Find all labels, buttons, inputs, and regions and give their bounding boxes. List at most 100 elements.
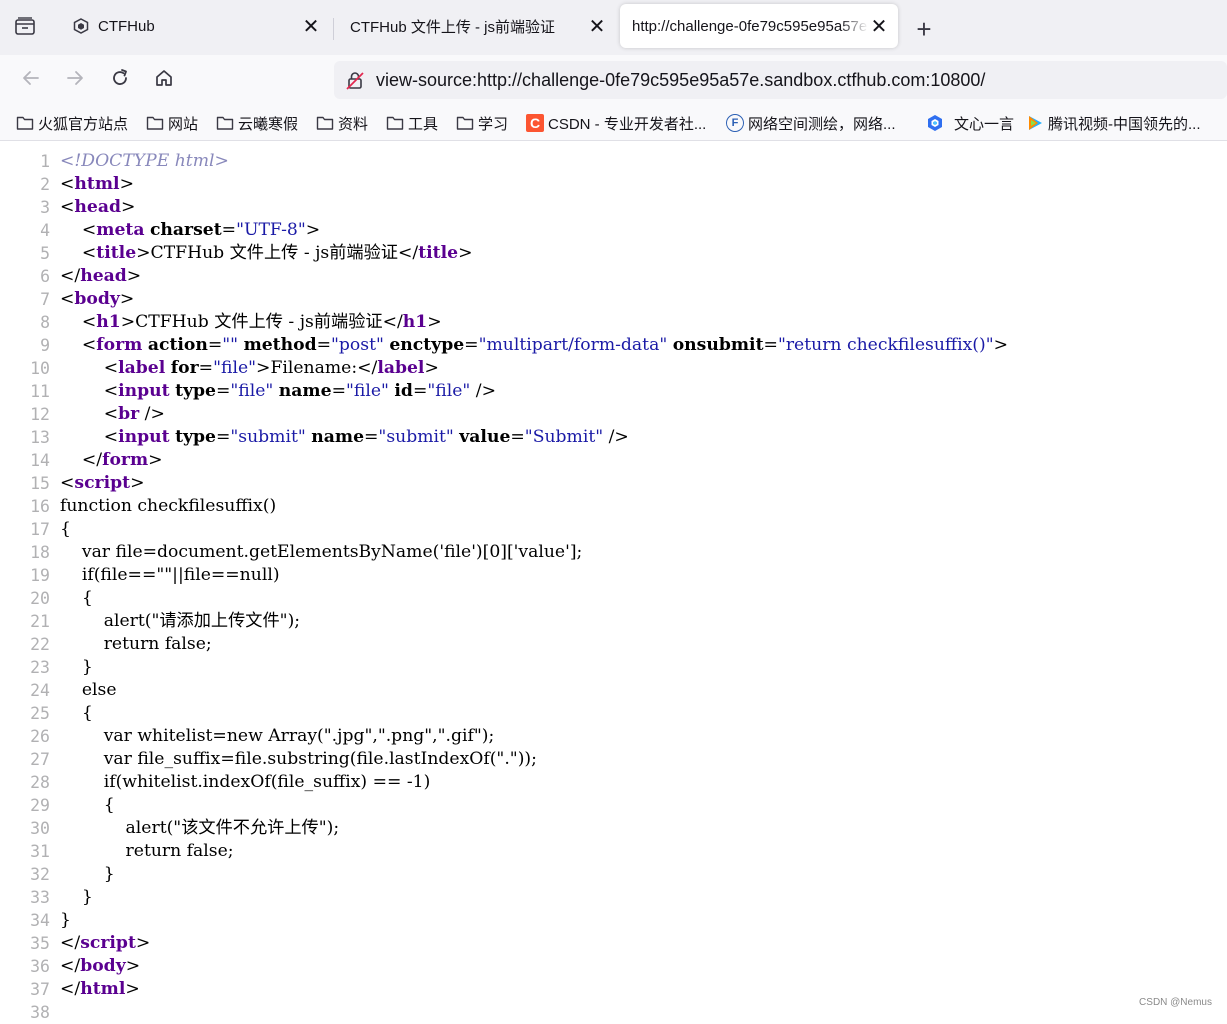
bookmark-wenxin[interactable]: 文心一言 bbox=[926, 112, 1014, 134]
source-token: </ bbox=[60, 956, 81, 976]
insecure-connection-icon[interactable] bbox=[344, 70, 366, 92]
source-token: name bbox=[278, 381, 332, 401]
source-token: "file" bbox=[230, 381, 274, 401]
back-button[interactable] bbox=[16, 65, 46, 95]
source-token bbox=[60, 220, 82, 240]
source-token: script bbox=[80, 933, 136, 953]
line-number: 15 bbox=[30, 474, 50, 493]
source-token: < bbox=[81, 220, 97, 240]
url-text[interactable]: view-source:http://challenge-0fe79c595e9… bbox=[376, 70, 985, 91]
source-token: "return checkfilesuffix()" bbox=[777, 335, 994, 355]
source-token: meta bbox=[96, 220, 145, 240]
line-number: 27 bbox=[30, 750, 50, 769]
source-token: > bbox=[135, 933, 151, 953]
source-token bbox=[60, 243, 82, 263]
bookmark-csdn[interactable]: C CSDN - 专业开发者社... bbox=[526, 112, 706, 134]
bookmark-tencent-video[interactable]: 腾讯视频-中国领先的... bbox=[1026, 112, 1201, 134]
source-code: var file_suffix=file.substring(file.last… bbox=[60, 748, 537, 771]
line-number: 6 bbox=[40, 267, 50, 286]
line-number: 21 bbox=[30, 612, 50, 631]
bookmark-tools[interactable]: 工具 bbox=[386, 112, 438, 134]
source-token: function checkfilesuffix() bbox=[60, 496, 277, 516]
line-number: 23 bbox=[30, 658, 50, 677]
source-token: var whitelist=new Array(".jpg",".png",".… bbox=[60, 726, 495, 746]
bookmark-label: 工具 bbox=[408, 115, 439, 133]
source-token: else bbox=[60, 680, 117, 700]
forward-button[interactable] bbox=[60, 65, 90, 95]
line-number: 5 bbox=[40, 244, 50, 263]
tab-ctfhub-upload[interactable]: CTFHub 文件上传 - js前端验证 ✕ bbox=[338, 4, 616, 48]
line-number: 29 bbox=[30, 796, 50, 815]
bookmark-label: 火狐官方站点 bbox=[38, 115, 129, 133]
source-token: alert("请添加上传文件"); bbox=[60, 611, 301, 631]
source-token: type bbox=[175, 427, 216, 447]
source-token: = bbox=[464, 335, 479, 355]
bookmark-websites[interactable]: 网站 bbox=[146, 112, 198, 134]
source-token: return false; bbox=[60, 841, 234, 861]
source-token: = bbox=[221, 220, 237, 240]
source-token: method bbox=[243, 335, 317, 355]
tab-view-source[interactable]: http://challenge-0fe79c595e95a57e.sandbo… bbox=[620, 4, 898, 48]
line-number: 25 bbox=[30, 704, 50, 723]
fofa-icon: F bbox=[726, 114, 744, 132]
bookmark-yunxi[interactable]: 云曦寒假 bbox=[216, 112, 298, 134]
source-token bbox=[60, 404, 104, 424]
source-code: <br /> bbox=[60, 403, 165, 426]
tencent-video-icon bbox=[1026, 114, 1044, 132]
ctfhub-favicon-icon bbox=[72, 17, 90, 35]
source-token: > bbox=[125, 979, 140, 999]
reload-button[interactable] bbox=[105, 65, 135, 95]
source-token: > bbox=[427, 312, 442, 332]
bookmark-fofa[interactable]: F 网络空间测绘，网络... bbox=[726, 112, 896, 134]
line-number: 28 bbox=[30, 773, 50, 792]
source-token: > bbox=[458, 243, 473, 263]
source-token: "" bbox=[222, 335, 239, 355]
line-number: 4 bbox=[40, 221, 50, 240]
home-button[interactable] bbox=[149, 65, 179, 95]
line-number: 26 bbox=[30, 727, 50, 746]
folder-icon bbox=[456, 114, 474, 132]
line-number: 37 bbox=[30, 980, 50, 999]
source-token: = bbox=[215, 381, 231, 401]
source-token: html bbox=[74, 174, 120, 194]
line-number: 38 bbox=[30, 1003, 50, 1022]
tab-ctfhub[interactable]: CTFHub ✕ bbox=[60, 4, 330, 48]
address-bar[interactable]: view-source:http://challenge-0fe79c595e9… bbox=[334, 61, 1227, 99]
source-token: </ bbox=[60, 266, 81, 286]
close-tab-icon[interactable]: ✕ bbox=[586, 15, 608, 38]
bookmark-resources[interactable]: 资料 bbox=[316, 112, 368, 134]
source-token: body bbox=[74, 289, 120, 309]
source-token: html bbox=[80, 979, 126, 999]
source-code: { bbox=[60, 518, 71, 541]
source-code: <title>CTFHub 文件上传 - js前端验证</title> bbox=[60, 242, 473, 265]
source-token: { bbox=[60, 795, 115, 815]
bookmark-study[interactable]: 学习 bbox=[456, 112, 508, 134]
close-tab-icon[interactable]: ✕ bbox=[300, 15, 322, 38]
source-token bbox=[60, 312, 82, 332]
list-all-tabs-button[interactable] bbox=[12, 16, 38, 40]
source-token: = bbox=[316, 335, 332, 355]
source-code: alert("请添加上传文件"); bbox=[60, 610, 300, 633]
source-token: < bbox=[60, 473, 75, 493]
source-token: /> bbox=[608, 427, 629, 447]
source-token: CTFHub 文件上传 - js前端验证 bbox=[135, 312, 383, 332]
source-token: < bbox=[103, 381, 119, 401]
source-code: alert("该文件不允许上传"); bbox=[60, 817, 340, 840]
source-token: > bbox=[136, 243, 151, 263]
forward-arrow-icon bbox=[65, 68, 85, 93]
source-token: > bbox=[256, 358, 271, 378]
new-tab-button[interactable]: + bbox=[908, 13, 940, 45]
source-token: return false; bbox=[60, 634, 212, 654]
source-token: } bbox=[60, 910, 71, 930]
line-number: 33 bbox=[30, 888, 50, 907]
tab-title: CTFHub bbox=[98, 17, 155, 35]
line-number: 11 bbox=[30, 382, 50, 401]
source-token: /> bbox=[475, 381, 496, 401]
folder-icon bbox=[16, 114, 34, 132]
source-token: < bbox=[81, 335, 97, 355]
tab-title: http://challenge-0fe79c595e95a57e.sandbo… bbox=[632, 17, 868, 35]
bookmark-firefox-official[interactable]: 火狐官方站点 bbox=[16, 112, 128, 134]
source-token: head bbox=[74, 197, 121, 217]
close-tab-icon[interactable]: ✕ bbox=[868, 15, 890, 38]
source-token: = bbox=[510, 427, 525, 447]
